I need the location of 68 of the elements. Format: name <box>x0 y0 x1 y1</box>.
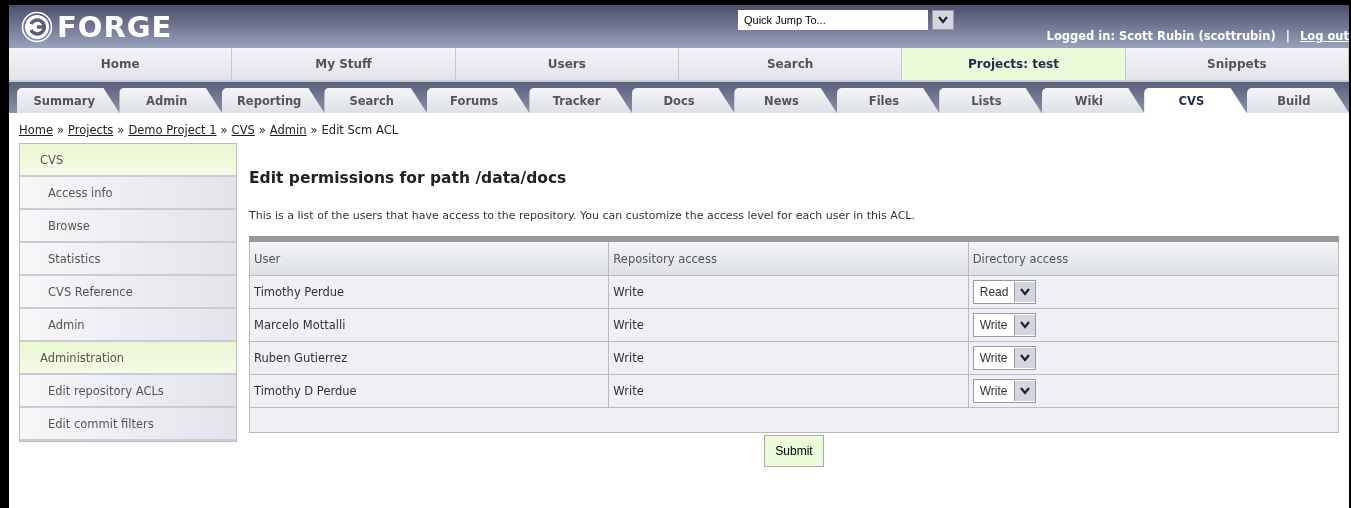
breadcrumb-separator: » <box>117 123 125 137</box>
chevron-icon <box>1019 354 1030 362</box>
column-header: Repository access <box>608 239 969 276</box>
table-cell: Write <box>608 308 969 342</box>
breadcrumb-separator: » <box>310 123 318 137</box>
submit-button[interactable]: Submit <box>764 435 824 467</box>
breadcrumb-link[interactable]: CVS <box>231 123 255 137</box>
logo-text: FORGE <box>57 9 173 44</box>
sidebar-item[interactable]: Access info <box>20 177 236 210</box>
sidebar-item[interactable]: Edit commit filters <box>20 408 236 441</box>
table-cell: Write <box>608 341 969 375</box>
project-tab[interactable]: Docs <box>631 88 735 113</box>
project-tab[interactable]: Reporting <box>221 88 325 113</box>
table-cell: Write <box>608 275 969 309</box>
project-tab[interactable]: Files <box>836 88 940 113</box>
sidebar-item[interactable]: Edit repository ACLs <box>20 375 236 408</box>
chevron-icon <box>938 16 948 24</box>
table-cell: Timothy D Perdue <box>249 374 609 408</box>
project-tab[interactable]: Summary <box>17 88 120 113</box>
chevron-icon <box>1019 321 1030 329</box>
nav-tab[interactable]: Search <box>679 48 903 80</box>
project-tab[interactable]: Tracker <box>529 88 632 113</box>
quick-jump-select[interactable]: Quick Jump To... <box>738 10 928 30</box>
sidebar-item[interactable]: CVS Reference <box>20 276 236 309</box>
breadcrumb-link[interactable]: Projects <box>68 123 114 137</box>
chevron-icon <box>1020 288 1031 296</box>
project-tab[interactable]: Forums <box>426 88 530 113</box>
access-select[interactable]: Write <box>972 346 1036 370</box>
separator-text: | <box>1285 28 1290 43</box>
nav-tab[interactable]: Snippets <box>1125 48 1349 80</box>
sidebar-item[interactable]: Browse <box>20 210 236 243</box>
dropdown-button[interactable] <box>932 10 954 30</box>
access-select[interactable]: Read <box>972 280 1037 304</box>
table-cell: Ruben Gutierrez <box>249 341 609 375</box>
project-tab[interactable]: Admin <box>119 88 222 113</box>
project-tab[interactable]: Lists <box>939 88 1042 113</box>
table-cell: Timothy Perdue <box>249 275 609 309</box>
logged-in-text: Logged in: Scott Rubin (scottrubin) <box>1046 28 1276 43</box>
project-tab[interactable]: Build <box>1246 88 1350 113</box>
sidebar-heading[interactable]: Administration <box>20 342 236 375</box>
access-select[interactable]: Write <box>972 313 1036 337</box>
nav-tab[interactable]: Users <box>455 48 679 80</box>
breadcrumb-separator: » <box>258 123 266 137</box>
page-title: Edit permissions for path /data/docs <box>249 169 568 187</box>
project-tab[interactable]: Search <box>324 88 427 113</box>
nav-tab[interactable]: Projects: test <box>902 48 1126 80</box>
breadcrumb-link[interactable]: Admin <box>269 123 307 137</box>
breadcrumb-link[interactable]: Home <box>19 123 53 137</box>
breadcrumb-separator: » <box>220 123 228 137</box>
nav-tab[interactable]: Home <box>9 48 233 80</box>
breadcrumb-current: Edit Scm ACL <box>321 123 399 137</box>
chevron-icon <box>1019 387 1030 395</box>
breadcrumb-link[interactable]: Demo Project 1 <box>128 123 217 137</box>
table-cell: Write <box>608 374 969 408</box>
sidebar-item[interactable]: Admin <box>20 309 236 342</box>
project-tab[interactable]: Wiki <box>1041 88 1145 113</box>
description-text: This is a list of the users that have access to the repository. You can customize the access level for each user in this ACL. <box>249 209 916 222</box>
column-header: User <box>249 239 609 276</box>
breadcrumb-separator: » <box>56 123 64 137</box>
sidebar-item[interactable]: Statistics <box>20 243 236 276</box>
project-tab[interactable]: CVS <box>1144 88 1247 113</box>
logo-icon <box>21 10 53 43</box>
project-tab[interactable]: News <box>734 88 837 113</box>
nav-tab[interactable]: My Stuff <box>232 48 456 80</box>
column-header: Directory access <box>968 239 1339 276</box>
sidebar-heading[interactable]: CVS <box>20 144 236 177</box>
access-select[interactable]: Write <box>972 379 1036 403</box>
table-cell: Marcelo Mottalli <box>249 308 609 342</box>
